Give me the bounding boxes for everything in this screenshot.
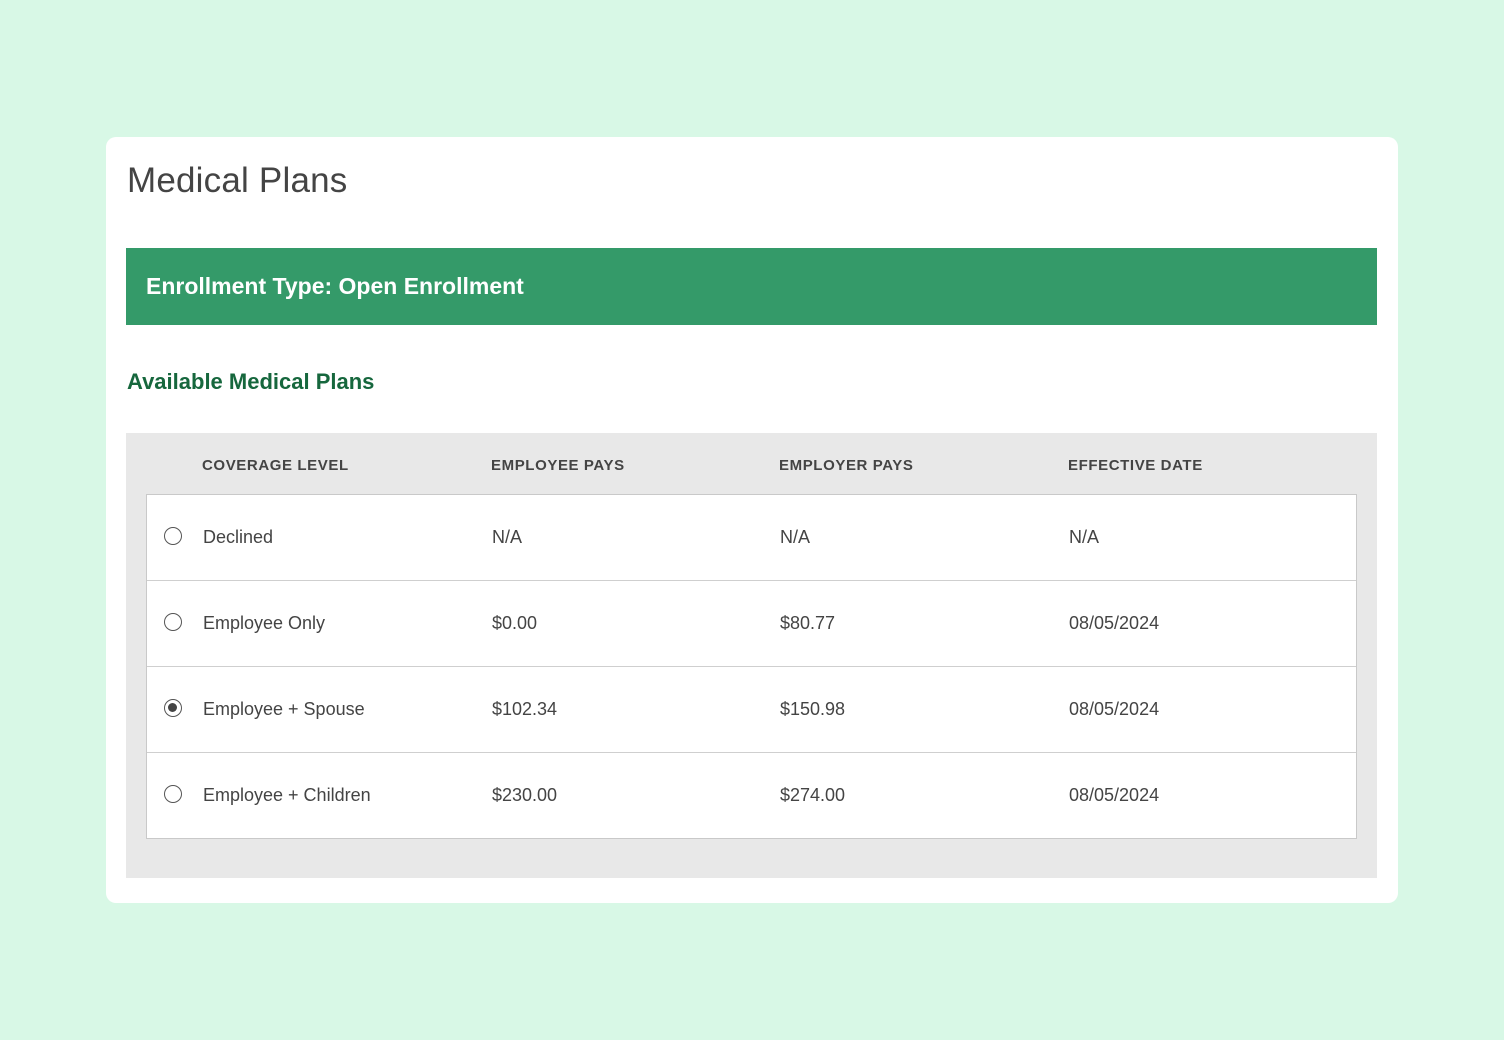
header-employer-pays: EMPLOYER PAYS (779, 457, 914, 474)
employee-pays-cell: N/A (492, 527, 523, 547)
medical-plans-card: Medical Plans Enrollment Type: Open Enro… (106, 137, 1398, 903)
available-plans-heading: Available Medical Plans (127, 369, 375, 394)
header-effective-date: EFFECTIVE DATE (1068, 457, 1203, 474)
radio-declined[interactable] (164, 527, 182, 545)
coverage-level-cell: Employee + Spouse (203, 699, 365, 719)
employer-pays-cell: $80.77 (780, 613, 836, 633)
table-row[interactable]: Declined N/A N/A N/A (147, 495, 1356, 581)
radio-employee-only[interactable] (164, 613, 182, 631)
table-row[interactable]: Employee + Spouse $102.34 $150.98 08/05/… (147, 667, 1356, 753)
coverage-level-cell: Declined (203, 527, 274, 547)
coverage-level-cell: Employee Only (203, 613, 326, 633)
employee-pays-cell: $230.00 (492, 785, 558, 805)
effective-date-cell: N/A (1069, 527, 1100, 547)
effective-date-cell: 08/05/2024 (1069, 613, 1160, 633)
radio-employee-spouse[interactable] (164, 699, 182, 717)
header-employee-pays: EMPLOYEE PAYS (491, 457, 625, 474)
effective-date-cell: 08/05/2024 (1069, 785, 1160, 805)
table-row[interactable]: Employee + Children $230.00 $274.00 08/0… (147, 753, 1356, 839)
employer-pays-cell: N/A (780, 527, 811, 547)
employee-pays-cell: $102.34 (492, 699, 558, 719)
header-coverage-level: COVERAGE LEVEL (202, 457, 349, 474)
radio-employee-children[interactable] (164, 785, 182, 803)
table-row[interactable]: Employee Only $0.00 $80.77 08/05/2024 (147, 581, 1356, 667)
page-title: Medical Plans (127, 161, 348, 200)
table-header: COVERAGE LEVEL EMPLOYEE PAYS EMPLOYER PA… (146, 433, 1357, 494)
employer-pays-cell: $274.00 (780, 785, 846, 805)
coverage-level-cell: Employee + Children (203, 785, 371, 805)
enrollment-type-label: Enrollment Type: Open Enrollment (146, 273, 524, 299)
employer-pays-cell: $150.98 (780, 699, 846, 719)
table-body: Declined N/A N/A N/A Employee Only $0.00… (146, 494, 1357, 839)
enrollment-type-banner: Enrollment Type: Open Enrollment (126, 248, 1377, 325)
employee-pays-cell: $0.00 (492, 613, 538, 633)
plans-table: COVERAGE LEVEL EMPLOYEE PAYS EMPLOYER PA… (126, 433, 1377, 878)
effective-date-cell: 08/05/2024 (1069, 699, 1160, 719)
